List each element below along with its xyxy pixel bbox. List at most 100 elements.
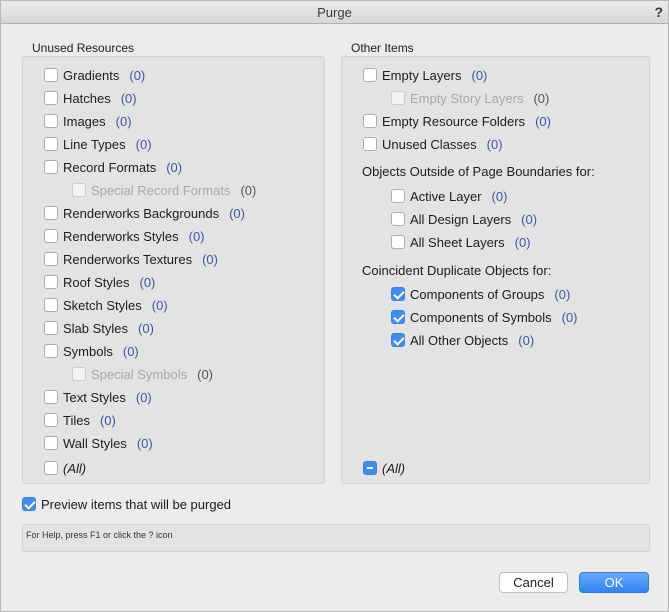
renderworks-textures-checkbox[interactable] — [44, 252, 58, 266]
hatches-checkbox[interactable] — [44, 91, 58, 105]
select-all-other-checkbox[interactable] — [363, 461, 377, 475]
unused-classes-row[interactable]: Unused Classes (0) — [363, 135, 503, 153]
record-formats-row[interactable]: Record Formats (0) — [44, 158, 182, 176]
renderworks-backgrounds-count: (0) — [229, 205, 245, 221]
text-styles-label: Text Styles — [63, 389, 126, 405]
text-styles-checkbox[interactable] — [44, 390, 58, 404]
sketch-styles-checkbox[interactable] — [44, 298, 58, 312]
components-of-groups-count: (0) — [554, 286, 571, 302]
renderworks-backgrounds-row[interactable]: Renderworks Backgrounds (0) — [44, 204, 245, 222]
line-types-count: (0) — [135, 136, 152, 152]
special-symbols-row: Special Symbols (0) — [72, 365, 213, 383]
record-formats-checkbox[interactable] — [44, 160, 58, 174]
hatches-row[interactable]: Hatches (0) — [44, 89, 137, 107]
all-other-objects-row[interactable]: All Other Objects (0) — [391, 331, 534, 349]
images-row[interactable]: Images (0) — [44, 112, 132, 130]
empty-layers-count: (0) — [471, 67, 488, 83]
active-layer-checkbox[interactable] — [391, 189, 405, 203]
unused-classes-checkbox[interactable] — [363, 137, 377, 151]
all-sheet-layers-label: All Sheet Layers — [410, 234, 505, 250]
all-design-layers-checkbox[interactable] — [391, 212, 405, 226]
components-of-symbols-checkbox[interactable] — [391, 310, 405, 324]
empty-layers-row[interactable]: Empty Layers (0) — [363, 66, 487, 84]
renderworks-styles-count: (0) — [188, 228, 205, 244]
renderworks-styles-checkbox[interactable] — [44, 229, 58, 243]
empty-resource-folders-row[interactable]: Empty Resource Folders (0) — [363, 112, 551, 130]
hatches-count: (0) — [120, 90, 137, 106]
empty-layers-checkbox[interactable] — [363, 68, 377, 82]
cancel-button[interactable]: Cancel — [499, 572, 568, 593]
gradients-row[interactable]: Gradients (0) — [44, 66, 145, 84]
unused-classes-label: Unused Classes — [382, 136, 477, 152]
sketch-styles-label: Sketch Styles — [63, 297, 142, 313]
special-symbols-checkbox — [72, 367, 86, 381]
hatches-label: Hatches — [63, 90, 111, 106]
renderworks-textures-label: Renderworks Textures — [63, 251, 193, 267]
record-formats-count: (0) — [166, 159, 183, 175]
wall-styles-row[interactable]: Wall Styles (0) — [44, 434, 153, 452]
components-of-symbols-count: (0) — [561, 309, 578, 325]
tiles-checkbox[interactable] — [44, 413, 58, 427]
slab-styles-checkbox[interactable] — [44, 321, 58, 335]
line-types-label: Line Types — [63, 136, 126, 152]
sketch-styles-row[interactable]: Sketch Styles (0) — [44, 296, 168, 314]
help-icon[interactable]: ? — [654, 4, 663, 20]
components-of-groups-label: Components of Groups — [410, 286, 545, 302]
active-layer-row[interactable]: Active Layer (0) — [391, 187, 507, 205]
tiles-label: Tiles — [63, 412, 90, 428]
text-styles-row[interactable]: Text Styles (0) — [44, 388, 152, 406]
slab-styles-count: (0) — [138, 320, 154, 336]
line-types-checkbox[interactable] — [44, 137, 58, 151]
images-checkbox[interactable] — [44, 114, 58, 128]
renderworks-textures-row[interactable]: Renderworks Textures (0) — [44, 250, 218, 268]
gradients-label: Gradients — [63, 67, 120, 83]
empty-story-layers-count: (0) — [533, 90, 550, 106]
tiles-row[interactable]: Tiles (0) — [44, 411, 116, 429]
gradients-count: (0) — [129, 67, 146, 83]
slab-styles-label: Slab Styles — [63, 320, 129, 336]
empty-resource-folders-count: (0) — [535, 113, 551, 129]
special-symbols-label: Special Symbols — [91, 366, 188, 382]
line-types-row[interactable]: Line Types (0) — [44, 135, 152, 153]
select-all-resources-row[interactable]: (All) — [44, 459, 86, 477]
all-other-objects-checkbox[interactable] — [391, 333, 405, 347]
all-sheet-layers-checkbox[interactable] — [391, 235, 405, 249]
wall-styles-label: Wall Styles — [63, 435, 127, 451]
ok-button[interactable]: OK — [579, 572, 649, 593]
preview-label: Preview items that will be purged — [41, 496, 232, 512]
empty-resource-folders-checkbox[interactable] — [363, 114, 377, 128]
preview-checkbox[interactable] — [22, 497, 36, 511]
symbols-row[interactable]: Symbols (0) — [44, 342, 139, 360]
renderworks-textures-count: (0) — [202, 251, 218, 267]
other-items-title: Other Items — [351, 41, 414, 55]
outside-page-heading: Objects Outside of Page Boundaries for: — [362, 164, 595, 179]
unused-resources-title: Unused Resources — [32, 41, 135, 55]
roof-styles-row[interactable]: Roof Styles (0) — [44, 273, 155, 291]
preview-row[interactable]: Preview items that will be purged — [22, 495, 231, 513]
special-record-formats-label: Special Record Formats — [91, 182, 231, 198]
special-record-formats-row: Special Record Formats (0) — [72, 181, 256, 199]
roof-styles-checkbox[interactable] — [44, 275, 58, 289]
components-of-groups-row[interactable]: Components of Groups (0) — [391, 285, 570, 303]
wall-styles-checkbox[interactable] — [44, 436, 58, 450]
renderworks-styles-row[interactable]: Renderworks Styles (0) — [44, 227, 205, 245]
all-sheet-layers-count: (0) — [514, 234, 531, 250]
slab-styles-row[interactable]: Slab Styles (0) — [44, 319, 154, 337]
all-other-objects-label: All Other Objects — [410, 332, 509, 348]
components-of-symbols-row[interactable]: Components of Symbols (0) — [391, 308, 578, 326]
sketch-styles-count: (0) — [151, 297, 168, 313]
gradients-checkbox[interactable] — [44, 68, 58, 82]
empty-story-layers-row: Empty Story Layers (0) — [391, 89, 549, 107]
title-bar: Purge ? — [1, 1, 668, 24]
symbols-checkbox[interactable] — [44, 344, 58, 358]
all-design-layers-row[interactable]: All Design Layers (0) — [391, 210, 537, 228]
components-of-groups-checkbox[interactable] — [391, 287, 405, 301]
all-sheet-layers-row[interactable]: All Sheet Layers (0) — [391, 233, 531, 251]
images-label: Images — [63, 113, 106, 129]
renderworks-backgrounds-checkbox[interactable] — [44, 206, 58, 220]
special-record-formats-checkbox — [72, 183, 86, 197]
unused-classes-count: (0) — [486, 136, 503, 152]
record-formats-label: Record Formats — [63, 159, 157, 175]
select-all-resources-checkbox[interactable] — [44, 461, 58, 475]
select-all-other-row[interactable]: (All) — [363, 459, 405, 477]
